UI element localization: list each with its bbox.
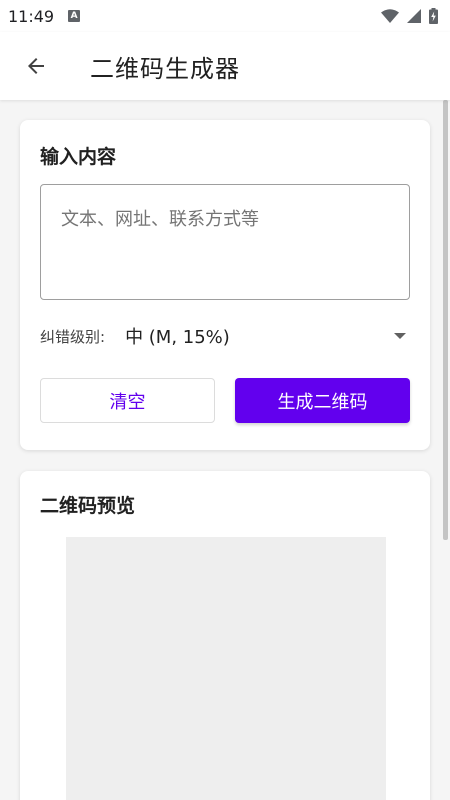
battery-charging-icon	[429, 8, 438, 24]
arrow-back-icon	[28, 58, 44, 74]
scroll-content[interactable]: 输入内容 文本、网址、联系方式等 纠错级别: 中 (M, 15%) 清空 生成二…	[0, 100, 450, 800]
error-correction-value: 中 (M, 15%)	[125, 327, 230, 348]
error-correction-select[interactable]: 中 (M, 15%)	[125, 320, 410, 352]
wifi-icon	[381, 9, 399, 23]
preview-card-title: 二维码预览	[40, 495, 136, 517]
status-bar: 11:49 A	[0, 0, 450, 32]
content-input[interactable]: 文本、网址、联系方式等	[40, 184, 410, 300]
clear-button[interactable]: 清空	[40, 378, 215, 423]
status-right	[381, 8, 438, 24]
scrollbar[interactable]	[443, 100, 448, 540]
error-correction-label: 纠错级别:	[40, 327, 106, 346]
status-left: 11:49 A	[8, 6, 81, 26]
input-card: 输入内容 文本、网址、联系方式等 纠错级别: 中 (M, 15%) 清空 生成二…	[20, 120, 430, 450]
input-card-title: 输入内容	[40, 146, 117, 168]
error-correction-row: 纠错级别: 中 (M, 15%)	[40, 320, 410, 352]
back-button[interactable]	[8, 38, 64, 94]
page-title: 二维码生成器	[90, 54, 240, 83]
qr-code-placeholder	[66, 537, 386, 800]
dropdown-arrow-icon	[394, 333, 406, 339]
status-time: 11:49	[8, 6, 55, 26]
preview-card: 二维码预览	[20, 471, 430, 800]
signal-icon	[407, 9, 421, 23]
generate-qr-button[interactable]: 生成二维码	[235, 378, 410, 423]
notification-a-icon: A	[68, 10, 81, 22]
app-bar: 二维码生成器	[0, 32, 450, 100]
